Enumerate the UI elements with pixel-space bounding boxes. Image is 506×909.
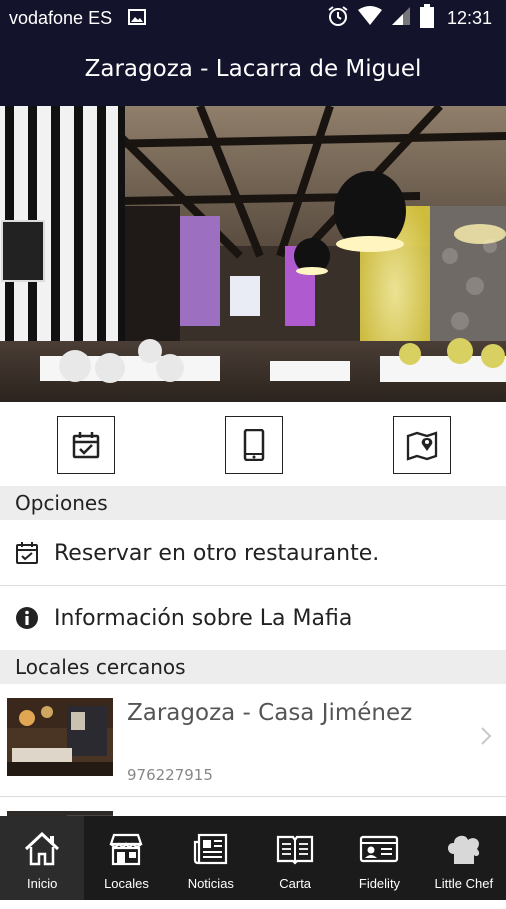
nav-item-inicio[interactable]: Inicio bbox=[0, 816, 85, 900]
app-bar: Zaragoza - Lacarra de Miguel bbox=[0, 36, 506, 106]
options-section-header: Opciones bbox=[0, 486, 506, 520]
id-card-icon bbox=[359, 830, 399, 868]
call-button[interactable] bbox=[225, 416, 283, 474]
clock: 12:31 bbox=[446, 7, 492, 28]
chef-hat-icon bbox=[444, 830, 484, 868]
restaurant-phone: 976227915 bbox=[127, 766, 213, 784]
chevron-right-icon bbox=[480, 726, 492, 750]
calendar-check-icon bbox=[72, 432, 100, 459]
nav-label: Locales bbox=[104, 876, 149, 891]
nav-item-locales[interactable]: Locales bbox=[84, 816, 168, 900]
nav-label: Fidelity bbox=[358, 876, 401, 891]
reserve-other-restaurant-option[interactable]: Reservar en otro restaurante. bbox=[0, 521, 506, 585]
nav-item-noticias[interactable]: Noticias bbox=[169, 816, 253, 900]
restaurant-name: Zaragoza - Casa Jiménez bbox=[127, 700, 413, 726]
page-title: Zaragoza - Lacarra de Miguel bbox=[84, 56, 422, 82]
nearby-section-header: Locales cercanos bbox=[0, 650, 506, 684]
calendar-check-icon bbox=[15, 541, 39, 565]
home-icon bbox=[22, 830, 62, 868]
nav-item-little-chef[interactable]: Little Chef bbox=[422, 816, 506, 900]
status-bar: vodafone ES 12:31 bbox=[0, 0, 506, 36]
info-circle-icon bbox=[15, 606, 39, 630]
nav-label: Little Chef bbox=[434, 876, 494, 891]
battery-icon bbox=[419, 3, 434, 33]
newspaper-icon bbox=[191, 830, 231, 868]
nav-label: Carta bbox=[279, 876, 312, 891]
list-item[interactable]: Zaragoza - Casa Jiménez 976227915 bbox=[0, 684, 506, 796]
restaurant-thumbnail bbox=[7, 698, 113, 776]
alarm-icon bbox=[327, 5, 349, 32]
restaurant-photo bbox=[0, 106, 506, 402]
store-icon bbox=[106, 830, 146, 868]
nav-label: Noticias bbox=[187, 876, 234, 891]
map-button[interactable] bbox=[393, 416, 451, 474]
smartphone-icon bbox=[243, 429, 265, 461]
option-label: Reservar en otro restaurante. bbox=[54, 540, 380, 566]
image-notification-icon bbox=[128, 8, 146, 26]
wifi-icon bbox=[357, 5, 382, 31]
nav-label: Inicio bbox=[26, 876, 58, 891]
bottom-navigation: Inicio Locales Noticias Carta Fidelity L… bbox=[0, 816, 506, 900]
carrier-name: vodafone ES bbox=[9, 8, 113, 28]
nav-item-fidelity[interactable]: Fidelity bbox=[337, 816, 421, 900]
signal-icon bbox=[391, 6, 411, 31]
action-bar bbox=[0, 402, 506, 486]
reserve-button[interactable] bbox=[57, 416, 115, 474]
option-label: Información sobre La Mafia bbox=[54, 605, 353, 631]
restaurant-info-option[interactable]: Información sobre La Mafia bbox=[0, 586, 506, 650]
book-icon bbox=[275, 830, 315, 868]
nav-item-carta[interactable]: Carta bbox=[253, 816, 337, 900]
map-pin-icon bbox=[406, 431, 438, 461]
